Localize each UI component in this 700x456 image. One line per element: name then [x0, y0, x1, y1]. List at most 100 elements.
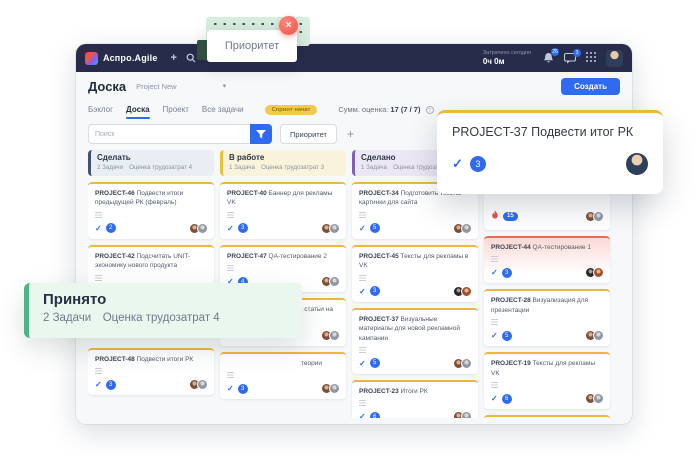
task-footer: ✓5	[491, 330, 604, 341]
logo-text: Аспро.Agile	[103, 53, 158, 63]
description-icon	[95, 368, 102, 374]
avatar	[197, 223, 208, 234]
task-card[interactable]: PROJECT-28 Визуализация для презентации✓…	[484, 289, 610, 346]
chevron-down-icon[interactable]: ▾	[223, 82, 227, 90]
task-card[interactable]: PROJECT-40 Баннер для рекламы VK✓3	[220, 182, 346, 239]
task-card[interactable]: PROJECT-44 QA-тестирование 1✓3	[484, 236, 610, 283]
description-icon	[227, 212, 234, 218]
description-icon	[359, 347, 366, 353]
assignee-avatars	[324, 276, 340, 287]
info-icon[interactable]: ?	[426, 106, 434, 114]
create-button[interactable]: Создать	[561, 78, 620, 95]
task-id: PROJECT-45	[359, 253, 401, 260]
task-points-badge: 5	[502, 331, 512, 341]
task-title: PROJECT-37 Подвести итог РК	[452, 125, 648, 139]
tab-project[interactable]: Проект	[163, 100, 189, 119]
description-icon	[359, 275, 366, 281]
add-filter-icon[interactable]: +	[347, 127, 354, 141]
task-card[interactable]: PROJECT-46 Подвести итоги предыдущей РК …	[88, 182, 214, 239]
tooltip-label: Приоритет	[225, 40, 279, 52]
add-icon[interactable]: +	[171, 52, 177, 64]
check-icon: ✓	[491, 394, 498, 403]
task-points-badge: 2	[106, 223, 116, 233]
check-icon: ✓	[95, 380, 102, 389]
top-navbar: Аспро.Agile + Затрачено сегодня 0ч 0м 26…	[76, 44, 632, 72]
time-tracker: Затрачено сегодня 0ч 0м	[483, 50, 531, 66]
task-title: PROJECT-19 Тексты для рекламы VK	[491, 359, 604, 378]
avatar	[329, 330, 340, 341]
task-status: ✓3	[95, 380, 116, 390]
task-card[interactable]: PROJECT-37 Визуальные материалы для ново…	[352, 308, 478, 374]
task-footer: ✓3	[359, 286, 472, 297]
task-status: ✓5	[491, 331, 512, 341]
sprint-status-badge: Спринт начат	[265, 105, 318, 115]
task-title: PROJECT-44 QA-тестирование 1	[491, 243, 604, 252]
app-window: Аспро.Agile + Затрачено сегодня 0ч 0м 26…	[76, 44, 632, 424]
task-card-callout[interactable]: PROJECT-37 Подвести итог РК ✓ 3	[437, 110, 663, 194]
task-card[interactable]: теории ✓3	[220, 352, 346, 399]
task-title: PROJECT-46 Подвести итоги предыдущей РК …	[95, 189, 208, 208]
search-icon[interactable]	[186, 53, 196, 63]
tab-all-tasks[interactable]: Все задачи	[202, 100, 244, 119]
check-icon: ✓	[227, 384, 234, 393]
close-icon[interactable]: ×	[279, 16, 298, 35]
description-icon	[491, 319, 498, 325]
assignee-avatars	[456, 223, 472, 234]
assignee-avatars	[324, 383, 340, 394]
task-id: PROJECT-28	[491, 297, 533, 304]
task-status: ✓6	[359, 412, 380, 418]
user-avatar[interactable]	[606, 50, 623, 67]
tab-backlog[interactable]: Бэклог	[88, 100, 113, 119]
task-title-text: теории	[301, 360, 322, 367]
task-status: ✓5	[359, 358, 380, 368]
task-card[interactable]: PROJECT-23 Итоги РК✓6	[352, 380, 478, 418]
page-title: Доска	[88, 79, 126, 94]
task-status: ✓2	[95, 223, 116, 233]
assignee-avatars	[456, 411, 472, 418]
notifications-bell-icon[interactable]: 26	[543, 52, 554, 64]
assignee-avatars	[588, 330, 604, 341]
tab-board[interactable]: Доска	[126, 100, 149, 119]
fire-icon	[491, 207, 499, 225]
avatar	[329, 276, 340, 287]
task-points-badge: 6	[370, 412, 380, 418]
score-value: 17 (7 / 7)	[390, 105, 420, 114]
assignee-avatars	[588, 267, 604, 278]
task-id: PROJECT-47	[227, 253, 269, 260]
apps-grid-icon[interactable]	[586, 49, 596, 67]
check-icon: ✓	[359, 359, 366, 368]
avatar	[593, 211, 604, 222]
description-icon	[95, 212, 102, 218]
assignee-avatars	[324, 330, 340, 341]
search-input[interactable]	[88, 124, 250, 144]
assignee-avatars	[456, 286, 472, 297]
check-icon: ✓	[95, 224, 102, 233]
column-header: В работе1 Задача Оценка трудозатрат 3	[220, 150, 346, 176]
task-points-badge: 3	[370, 286, 380, 296]
column-title: В работе	[229, 153, 340, 162]
task-card[interactable]: PROJECT-45 Тексты для рекламы в VK✓3	[352, 245, 478, 302]
app-logo[interactable]: Аспро.Agile	[85, 52, 158, 65]
filter-button[interactable]	[250, 124, 272, 144]
task-card[interactable]: PROJECT-48 Подвести итоги РК✓3	[88, 348, 214, 395]
task-card[interactable]: PROJECT-19 Тексты для рекламы VK ✓6	[484, 352, 610, 409]
description-icon	[359, 212, 366, 218]
description-icon	[227, 265, 234, 271]
accepted-column-callout: Принято 2 Задачи Оценка трудозатрат 4	[24, 283, 302, 338]
description-icon	[227, 372, 234, 378]
task-points-badge: 3	[106, 380, 116, 390]
task-title: PROJECT-40 Баннер для рекламы VK	[227, 189, 340, 208]
task-id: PROJECT-37	[359, 316, 401, 323]
check-icon: ✓	[359, 224, 366, 233]
board-name[interactable]: Project New	[136, 82, 176, 91]
assignee-avatars	[324, 223, 340, 234]
task-status: ✓6	[491, 394, 512, 404]
priority-filter-chip[interactable]: Приоритет	[280, 124, 337, 144]
avatar	[329, 223, 340, 234]
task-id: PROJECT-19	[491, 360, 533, 367]
task-card[interactable]: PROJECT-16 Подвести итоги РК	[484, 415, 610, 418]
logo-icon	[85, 52, 98, 65]
task-status: ✓3	[227, 384, 248, 394]
task-footer: ✓3	[227, 383, 340, 394]
chat-icon[interactable]: 3	[564, 53, 576, 64]
